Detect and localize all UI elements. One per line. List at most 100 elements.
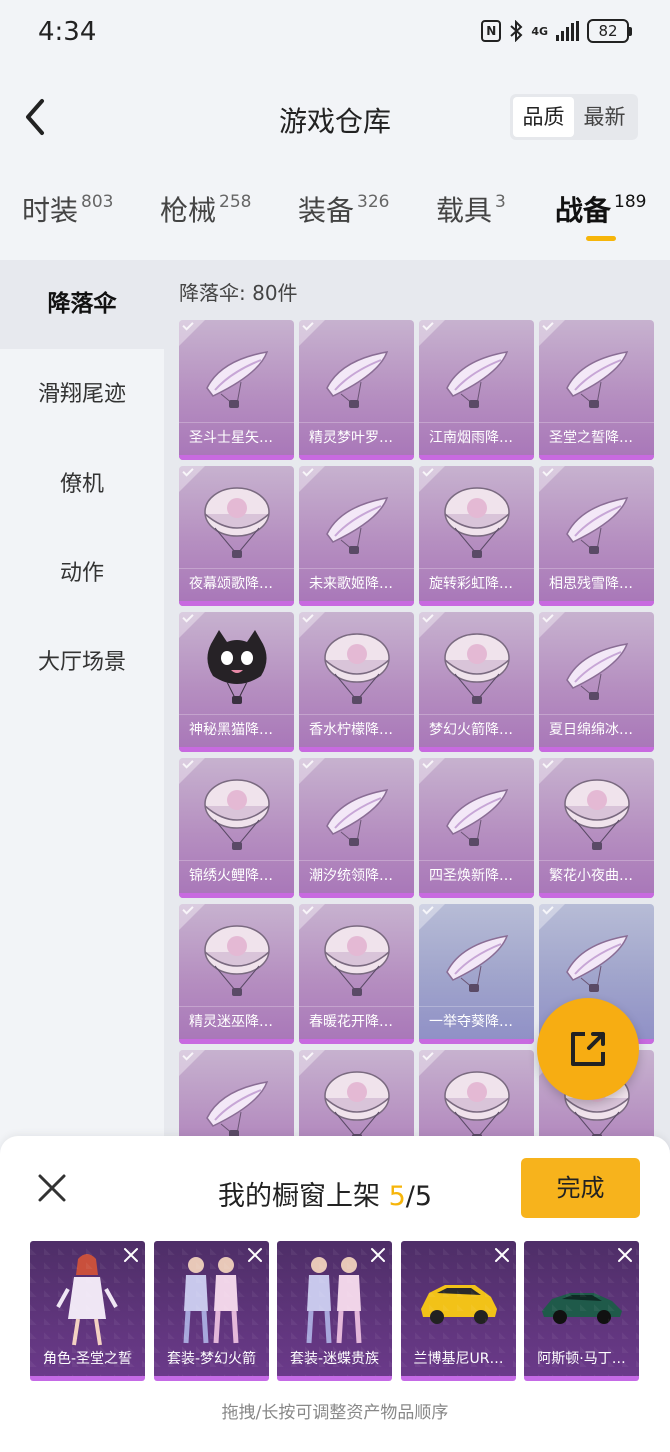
parachute-card[interactable] — [299, 1050, 414, 1150]
sidebar-item-lobby-scene[interactable]: 大厅场景 — [0, 638, 164, 688]
showcase-item[interactable]: 套装-梦幻火箭 — [154, 1241, 269, 1381]
parachute-image — [321, 334, 393, 416]
parachute-card[interactable]: 精灵迷巫降… — [179, 904, 294, 1044]
rarity-bar — [299, 455, 414, 460]
sort-option-quality[interactable]: 品质 — [513, 97, 574, 137]
parachute-card[interactable]: 精灵梦叶罗… — [299, 320, 414, 460]
showcase-item[interactable]: 阿斯顿·马丁… — [524, 1241, 639, 1381]
rarity-bar — [539, 601, 654, 606]
parachute-card[interactable]: 圣斗士星矢… — [179, 320, 294, 460]
showcase-item-label: 角色-圣堂之誓 — [42, 1351, 133, 1367]
done-button[interactable]: 完成 — [521, 1158, 640, 1218]
tab-combat-gear[interactable]: 战备 189 — [555, 186, 646, 236]
tab-weapons[interactable]: 枪械 258 — [160, 186, 251, 236]
parachute-card[interactable]: 一举夺葵降… — [419, 904, 534, 1044]
parachute-card[interactable]: 香水柠檬降… — [299, 612, 414, 752]
tab-costume[interactable]: 时装 803 — [22, 186, 113, 236]
parachute-card[interactable]: 圣堂之誓降… — [539, 320, 654, 460]
rarity-bar — [539, 893, 654, 898]
owned-check-icon — [182, 1050, 194, 1061]
status-icons: N 4G 82 — [481, 19, 632, 43]
owned-check-icon — [182, 904, 194, 915]
sort-option-newest[interactable]: 最新 — [574, 97, 635, 137]
showcase-title-text: 我的橱窗上架 — [218, 1181, 380, 1212]
tab-vehicles[interactable]: 载具 3 — [436, 186, 506, 236]
remove-item-icon[interactable] — [492, 1245, 512, 1265]
sidebar-item-parachute[interactable]: 降落伞 — [0, 260, 164, 349]
battery-level: 82 — [587, 19, 629, 43]
parachute-card[interactable]: 未来歌姬降… — [299, 466, 414, 606]
remove-item-icon[interactable] — [121, 1245, 141, 1265]
bluetooth-icon — [510, 20, 523, 42]
parachute-name: 春暖花开降… — [299, 1006, 414, 1036]
status-bar: 4:34 N 4G 82 — [0, 0, 670, 66]
reorder-hint: 拖拽/长按可调整资产物品顺序 — [221, 1403, 449, 1423]
showcase-item[interactable]: 兰博基尼UR… — [401, 1241, 516, 1381]
parachute-card[interactable] — [419, 1050, 534, 1150]
remove-item-icon[interactable] — [245, 1245, 265, 1265]
parachute-name: 未来歌姬降… — [299, 568, 414, 598]
active-tab-indicator — [586, 236, 616, 241]
parachute-image — [321, 772, 393, 854]
remove-item-icon[interactable] — [615, 1245, 635, 1265]
rarity-bar — [179, 1039, 294, 1044]
rarity-bar — [419, 601, 534, 606]
share-button[interactable] — [537, 998, 639, 1100]
showcase-title: 我的橱窗上架 5/5 — [218, 1174, 432, 1213]
parachute-image — [201, 480, 273, 562]
rarity-bar — [419, 747, 534, 752]
rarity-bar — [179, 893, 294, 898]
parachute-image — [321, 1064, 393, 1146]
remove-item-icon[interactable] — [368, 1245, 388, 1265]
parachute-card[interactable]: 江南烟雨降… — [419, 320, 534, 460]
tab-count: 3 — [495, 192, 506, 212]
parachute-card[interactable]: 繁花小夜曲… — [539, 758, 654, 898]
owned-check-icon — [182, 320, 194, 331]
signal-icon — [556, 21, 579, 41]
owned-check-icon — [182, 758, 194, 769]
parachute-card[interactable]: 锦绣火鲤降… — [179, 758, 294, 898]
parachute-card[interactable] — [179, 1050, 294, 1150]
parachute-card[interactable]: 梦幻火箭降… — [419, 612, 534, 752]
owned-check-icon — [422, 1050, 434, 1061]
parachute-name: 一举夺葵降… — [419, 1006, 534, 1036]
nfc-icon: N — [481, 20, 502, 42]
sidebar-item-glide-trail[interactable]: 滑翔尾迹 — [0, 370, 164, 420]
parachute-card[interactable]: 四圣焕新降… — [419, 758, 534, 898]
parachute-image — [441, 1064, 513, 1146]
parachute-name: 精灵迷巫降… — [179, 1006, 294, 1036]
category-tabs: 时装 803 枪械 258 装备 326 载具 3 战备 189 — [0, 186, 670, 252]
tab-count: 803 — [81, 192, 114, 212]
showcase-item-image — [415, 1249, 501, 1347]
tab-count: 326 — [357, 192, 390, 212]
parachute-card[interactable]: 夏日绵绵冰… — [539, 612, 654, 752]
parachute-name: 圣堂之誓降… — [539, 422, 654, 452]
showcase-item-image — [291, 1249, 377, 1347]
owned-check-icon — [542, 466, 554, 477]
parachute-card[interactable]: 相思残雪降… — [539, 466, 654, 606]
parachute-name: 江南烟雨降… — [419, 422, 534, 452]
sidebar-item-wingman[interactable]: 僚机 — [0, 460, 164, 510]
close-icon[interactable] — [36, 1172, 68, 1204]
parachute-card[interactable]: 神秘黑猫降… — [179, 612, 294, 752]
parachute-card[interactable]: 夜幕颂歌降… — [179, 466, 294, 606]
owned-check-icon — [182, 466, 194, 477]
parachute-name: 夏日绵绵冰… — [539, 714, 654, 744]
owned-check-icon — [302, 320, 314, 331]
sort-toggle: 品质 最新 — [510, 94, 638, 140]
parachute-card[interactable]: 旋转彩虹降… — [419, 466, 534, 606]
showcase-item[interactable]: 角色-圣堂之誓 — [30, 1241, 145, 1381]
parachute-image — [441, 334, 513, 416]
parachute-image — [561, 480, 633, 562]
showcase-count-total: /5 — [405, 1181, 433, 1212]
tab-equipment[interactable]: 装备 326 — [298, 186, 389, 236]
network-type-label: 4G — [531, 24, 548, 38]
parachute-name: 繁花小夜曲… — [539, 860, 654, 890]
parachute-card[interactable]: 春暖花开降… — [299, 904, 414, 1044]
showcase-item-label: 兰博基尼UR… — [413, 1351, 504, 1367]
parachute-card[interactable]: 潮汐统领降… — [299, 758, 414, 898]
owned-check-icon — [422, 612, 434, 623]
showcase-item[interactable]: 套装-迷蝶贵族 — [277, 1241, 392, 1381]
tab-label: 枪械 — [160, 194, 217, 227]
sidebar-item-emote[interactable]: 动作 — [0, 549, 164, 599]
